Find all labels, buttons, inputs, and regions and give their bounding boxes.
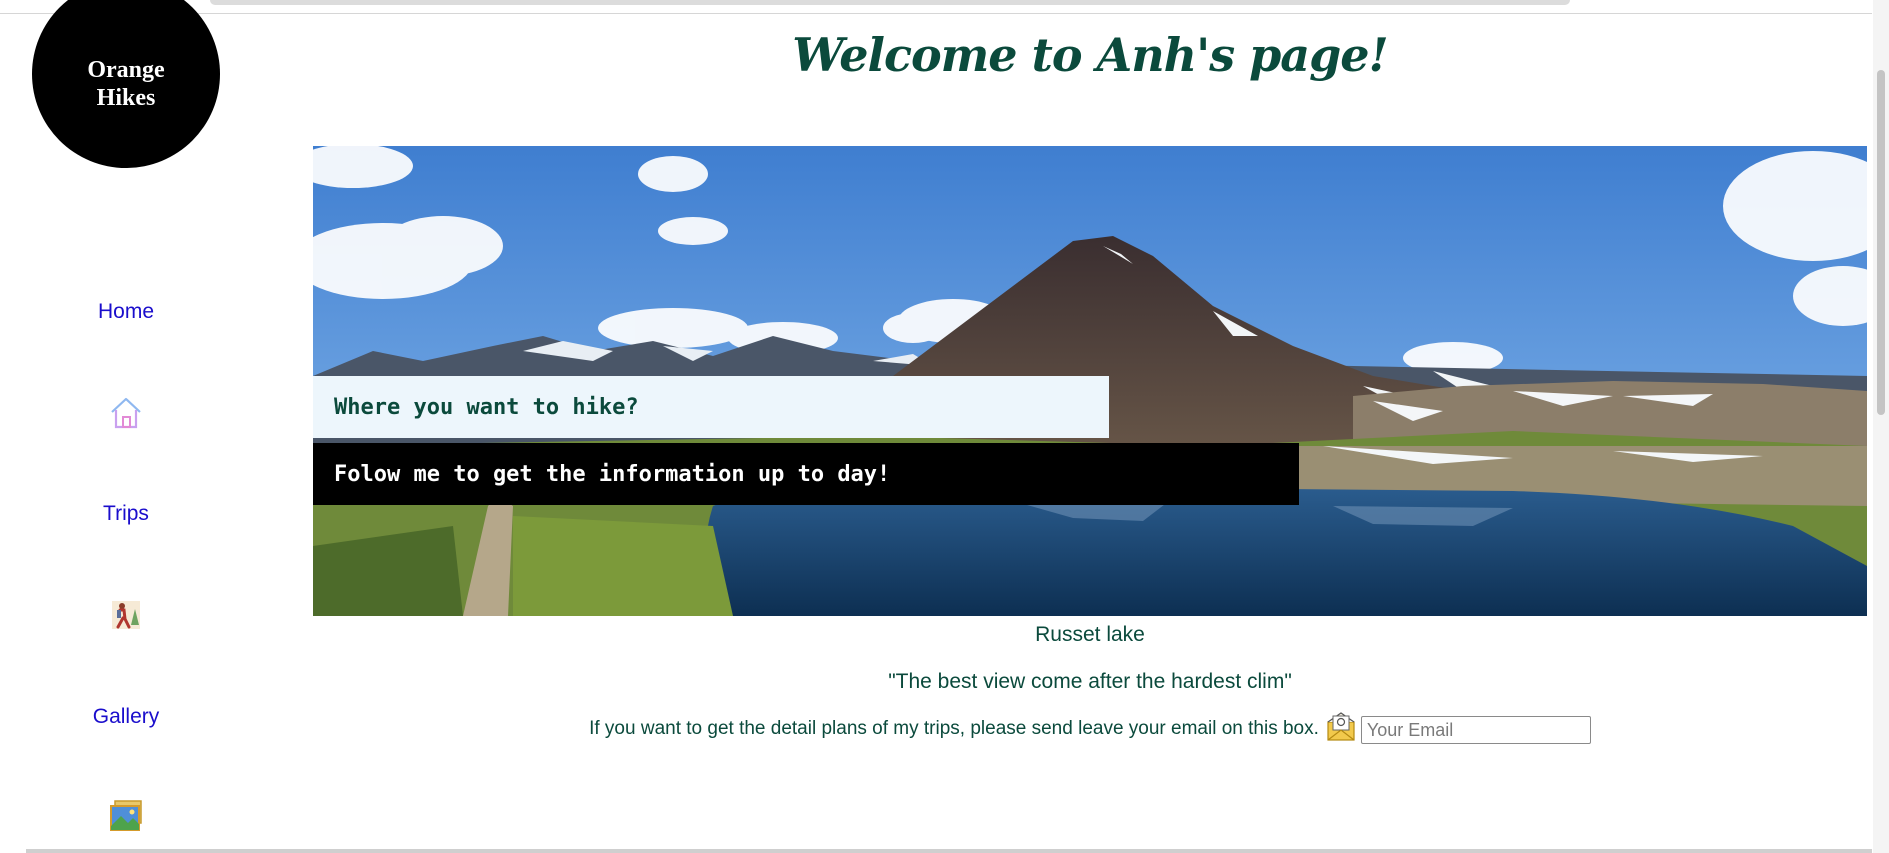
site-logo[interactable]: Orange Hikes <box>32 0 220 168</box>
horizontal-scrollbar[interactable] <box>26 849 1872 853</box>
gallery-icon[interactable] <box>106 796 146 836</box>
browser-divider <box>0 13 1872 14</box>
browser-address-bar-edge <box>210 0 1570 5</box>
email-input[interactable] <box>1360 716 1591 744</box>
page-title: Welcome to Anh's page! <box>792 28 1388 82</box>
nav-link-gallery[interactable]: Gallery <box>26 705 226 729</box>
hiker-icon[interactable] <box>106 595 146 635</box>
nav-link-trips[interactable]: Trips <box>26 502 226 526</box>
hike-question-banner: Where you want to hike? <box>313 376 1109 438</box>
mail-icon <box>1325 710 1357 744</box>
house-icon[interactable] <box>106 393 146 433</box>
vertical-scrollbar[interactable] <box>1873 0 1889 853</box>
logo-line-2: Hikes <box>96 85 156 111</box>
signup-text: If you want to get the detail plans of m… <box>589 718 1319 739</box>
nav-link-home[interactable]: Home <box>26 300 226 324</box>
quote-text: "The best view come after the hardest cl… <box>888 670 1292 693</box>
scrollbar-thumb[interactable] <box>1877 70 1885 415</box>
email-signup: If you want to get the detail plans of m… <box>313 710 1867 744</box>
follow-banner: Folow me to get the information up to da… <box>313 443 1299 505</box>
logo-line-1: Orange <box>87 57 165 83</box>
image-caption: Russet lake <box>1035 623 1145 646</box>
